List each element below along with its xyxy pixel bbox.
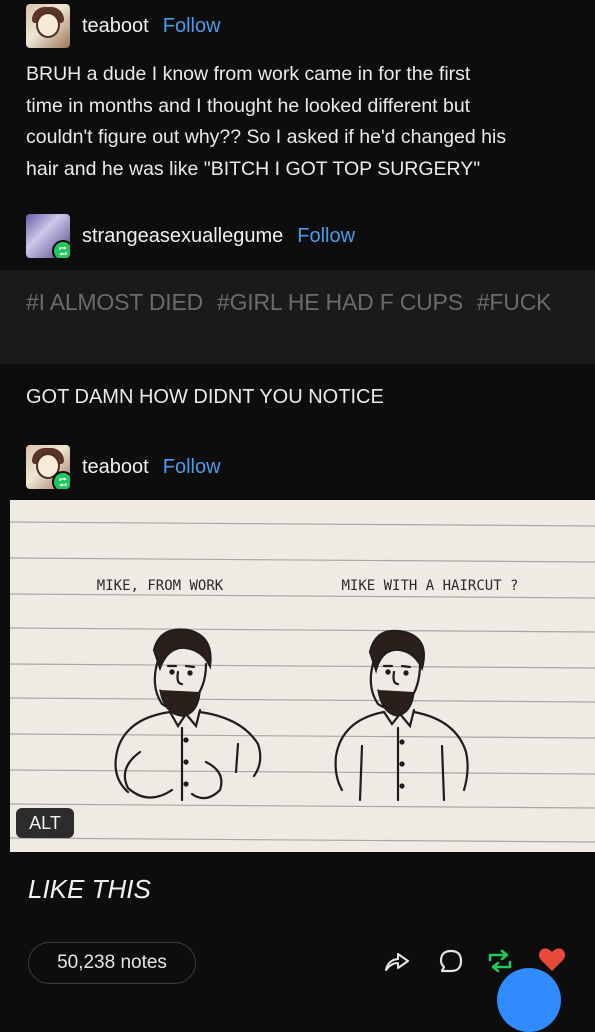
- username[interactable]: teaboot: [82, 15, 149, 38]
- tag[interactable]: #I ALMOST DIED: [26, 289, 203, 315]
- compose-fab-button[interactable]: [497, 968, 561, 1032]
- follow-button[interactable]: Follow: [163, 15, 221, 38]
- follow-button[interactable]: Follow: [297, 225, 355, 248]
- post-body: BRUH a dude I know from work came in for…: [26, 59, 574, 185]
- reblog-header: teaboot Follow: [26, 445, 221, 489]
- post-header: teaboot Follow: [26, 4, 221, 48]
- post-body: LIKE THIS: [28, 874, 151, 904]
- avatar-face: [36, 12, 60, 38]
- avatar[interactable]: [26, 445, 70, 489]
- comic-drawing: MIKE, FROM WORK MIKE WITH A HAIRCUT ?: [9, 521, 595, 843]
- post-text-line: time in months and I thought he looked d…: [26, 94, 471, 117]
- right-figure: [334, 629, 469, 802]
- tags-section: #I ALMOST DIED #GIRL HE HAD F CUPS #FUCK: [0, 270, 595, 364]
- left-figure: [114, 628, 262, 802]
- username[interactable]: teaboot: [82, 456, 149, 479]
- username[interactable]: strangeasexuallegume: [82, 225, 283, 248]
- follow-button[interactable]: Follow: [163, 456, 221, 479]
- post-text-line: couldn't figure out why?? So I asked if …: [26, 126, 507, 148]
- left-caption: MIKE, FROM WORK: [97, 578, 224, 594]
- tag[interactable]: #FUCK: [477, 289, 552, 315]
- right-caption: MIKE WITH A HAIRCUT ?: [341, 578, 518, 594]
- notes-count-button[interactable]: 50,238 notes: [28, 942, 196, 984]
- reblog-badge-icon: [52, 240, 70, 258]
- share-icon[interactable]: [382, 946, 412, 981]
- alt-text-button[interactable]: ALT: [16, 808, 74, 838]
- post-body: GOT DAMN HOW DIDNT YOU NOTICE: [26, 386, 384, 408]
- reblog-badge-icon: [52, 471, 70, 489]
- post-text-line: hair and he was like "BITCH I GOT TOP SU…: [26, 157, 481, 180]
- reblog-header: strangeasexuallegume Follow: [26, 214, 355, 258]
- avatar[interactable]: [26, 214, 70, 258]
- avatar[interactable]: [26, 4, 70, 48]
- comment-icon[interactable]: [436, 946, 466, 981]
- post-image[interactable]: MIKE, FROM WORK MIKE WITH A HAIRCUT ?: [9, 500, 595, 852]
- post-text-line: BRUH a dude I know from work came in for…: [26, 63, 471, 85]
- tag[interactable]: #GIRL HE HAD F CUPS: [217, 289, 463, 315]
- tag-list: #I ALMOST DIED #GIRL HE HAD F CUPS #FUCK: [26, 286, 566, 318]
